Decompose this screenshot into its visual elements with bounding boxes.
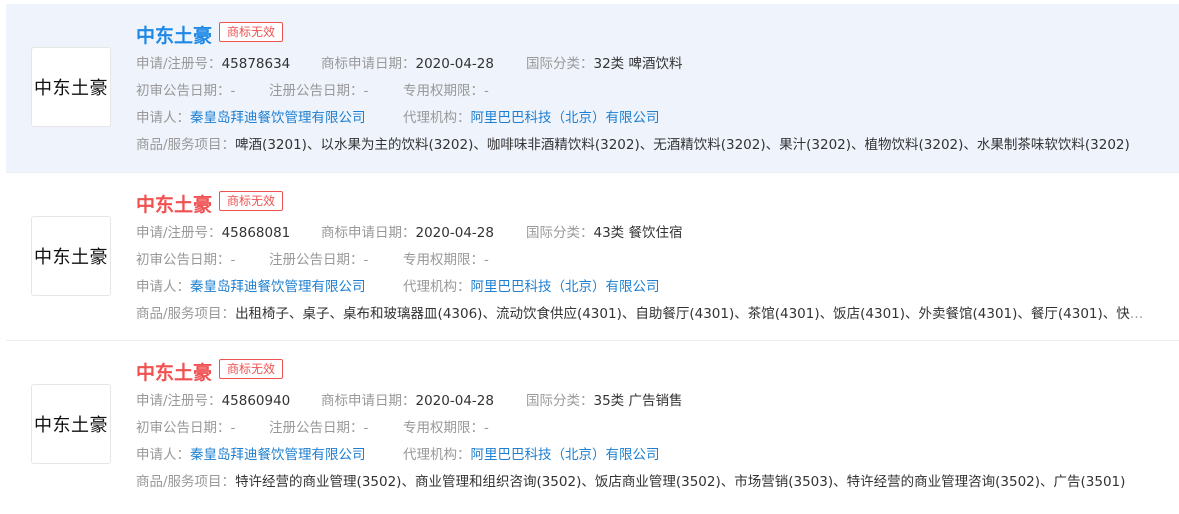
exclusive-period-label: 专用权期限： xyxy=(403,420,484,436)
goods-label: 商品/服务项目： xyxy=(136,306,236,322)
prelim-date-value: - xyxy=(230,83,236,99)
intl-class-value: 43类 餐饮住宿 xyxy=(593,225,683,241)
agent-link[interactable]: 阿里巴巴科技（北京）有限公司 xyxy=(471,110,660,126)
trademark-name-link[interactable]: 中东土豪 xyxy=(136,21,212,48)
trademark-logo[interactable]: 中东土豪 xyxy=(31,216,111,296)
agent-link[interactable]: 阿里巴巴科技（北京）有限公司 xyxy=(471,279,660,295)
intl-class-label: 国际分类： xyxy=(526,56,594,72)
trademark-logo[interactable]: 中东土豪 xyxy=(31,384,111,464)
trademark-result-card[interactable]: 中东土豪 中东土豪 商标无效 申请/注册号：45878634 商标申请日期：20… xyxy=(6,4,1179,172)
intl-class-label: 国际分类： xyxy=(526,225,594,241)
exclusive-period-value: - xyxy=(484,83,489,99)
reg-no-label: 申请/注册号： xyxy=(136,225,222,241)
trademark-logo-text: 中东土豪 xyxy=(34,415,108,436)
apply-date-value: 2020-04-28 xyxy=(415,393,494,409)
exclusive-period-label: 专用权期限： xyxy=(403,83,484,99)
trademark-result-card[interactable]: 中东土豪 中东土豪 商标无效 申请/注册号：45860940 商标申请日期：20… xyxy=(6,340,1179,508)
trademark-result-list: 中东土豪 中东土豪 商标无效 申请/注册号：45878634 商标申请日期：20… xyxy=(0,0,1179,514)
apply-date-label: 商标申请日期： xyxy=(321,56,416,72)
prelim-date-label: 初审公告日期： xyxy=(136,252,231,268)
reg-no-value: 45868081 xyxy=(221,225,291,241)
reg-date-label: 注册公告日期： xyxy=(269,83,364,99)
reg-date-value: - xyxy=(363,420,369,436)
intl-class-value: 35类 广告销售 xyxy=(593,393,683,409)
reg-date-value: - xyxy=(363,83,369,99)
reg-date-label: 注册公告日期： xyxy=(269,420,364,436)
agent-label: 代理机构： xyxy=(403,110,471,126)
applicant-link[interactable]: 秦皇岛拜迪餐饮管理有限公司 xyxy=(190,447,366,463)
trademark-logo-text: 中东土豪 xyxy=(34,78,108,99)
status-badge: 商标无效 xyxy=(219,22,284,42)
apply-date-label: 商标申请日期： xyxy=(321,393,416,409)
prelim-date-value: - xyxy=(230,420,236,436)
trademark-logo[interactable]: 中东土豪 xyxy=(31,47,111,127)
prelim-date-label: 初审公告日期： xyxy=(136,420,231,436)
intl-class-label: 国际分类： xyxy=(526,393,594,409)
prelim-date-label: 初审公告日期： xyxy=(136,83,231,99)
goods-label: 商品/服务项目： xyxy=(136,137,236,153)
reg-no-value: 45878634 xyxy=(221,56,291,72)
status-badge: 商标无效 xyxy=(219,359,284,379)
agent-label: 代理机构： xyxy=(403,279,471,295)
applicant-link[interactable]: 秦皇岛拜迪餐饮管理有限公司 xyxy=(190,279,366,295)
trademark-name-link[interactable]: 中东土豪 xyxy=(136,190,212,217)
goods-label: 商品/服务项目： xyxy=(136,474,236,490)
reg-date-value: - xyxy=(363,252,369,268)
prelim-date-value: - xyxy=(230,252,236,268)
intl-class-value: 32类 啤酒饮料 xyxy=(593,56,683,72)
exclusive-period-label: 专用权期限： xyxy=(403,252,484,268)
trademark-name-link[interactable]: 中东土豪 xyxy=(136,358,212,385)
applicant-link[interactable]: 秦皇岛拜迪餐饮管理有限公司 xyxy=(190,110,366,126)
reg-no-value: 45860940 xyxy=(221,393,291,409)
applicant-label: 申请人： xyxy=(136,279,190,295)
agent-label: 代理机构： xyxy=(403,447,471,463)
reg-date-label: 注册公告日期： xyxy=(269,252,364,268)
agent-link[interactable]: 阿里巴巴科技（北京）有限公司 xyxy=(471,447,660,463)
reg-no-label: 申请/注册号： xyxy=(136,56,222,72)
goods-value: 出租椅子、桌子、桌布和玻璃器皿(4306)、流动饮食供应(4301)、自助餐厅(… xyxy=(235,306,1146,322)
goods-value: 啤酒(3201)、以水果为主的饮料(3202)、咖啡味非酒精饮料(3202)、无… xyxy=(235,137,1130,153)
trademark-logo-text: 中东土豪 xyxy=(34,247,108,268)
exclusive-period-value: - xyxy=(484,252,489,268)
apply-date-value: 2020-04-28 xyxy=(415,225,494,241)
apply-date-label: 商标申请日期： xyxy=(321,225,416,241)
status-badge: 商标无效 xyxy=(219,191,284,211)
apply-date-value: 2020-04-28 xyxy=(415,56,494,72)
applicant-label: 申请人： xyxy=(136,447,190,463)
goods-value: 特许经营的商业管理(3502)、商业管理和组织咨询(3502)、饭店商业管理(3… xyxy=(235,474,1126,490)
applicant-label: 申请人： xyxy=(136,110,190,126)
reg-no-label: 申请/注册号： xyxy=(136,393,222,409)
exclusive-period-value: - xyxy=(484,420,489,436)
trademark-result-card[interactable]: 中东土豪 中东土豪 商标无效 申请/注册号：45868081 商标申请日期：20… xyxy=(6,172,1179,340)
